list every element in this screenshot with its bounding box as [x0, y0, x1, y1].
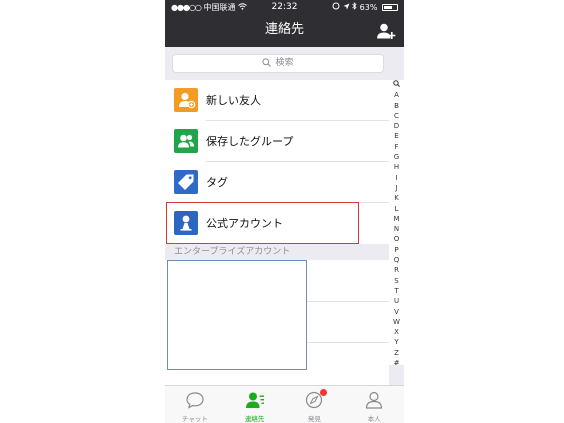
index-letter[interactable]: M	[389, 214, 404, 224]
tab-chats[interactable]: チャット	[165, 386, 225, 423]
status-right: 63%	[332, 0, 398, 15]
index-letter[interactable]: R	[389, 265, 404, 275]
search-input[interactable]: 検索	[172, 54, 384, 73]
index-letter[interactable]: G	[389, 152, 404, 162]
tab-label: チャット	[181, 415, 208, 423]
contacts-menu-list: 新しい友人 保存したグループ タグ 公式アカウント	[165, 80, 389, 244]
index-letter[interactable]: Y	[389, 337, 404, 347]
menu-item-new-friends[interactable]: 新しい友人	[165, 80, 389, 121]
location-icon	[343, 3, 353, 12]
search-bar-area: 検索	[165, 47, 404, 80]
contacts-icon	[245, 391, 265, 409]
menu-item-saved-groups[interactable]: 保存したグループ	[165, 121, 389, 162]
tab-me[interactable]: 本人	[344, 386, 404, 423]
index-letter[interactable]: O	[389, 234, 404, 244]
official-account-icon	[174, 211, 198, 235]
search-placeholder: 検索	[275, 58, 294, 68]
tab-label: 連絡先	[244, 415, 265, 423]
status-bar: 22:32 ●●●○○ 中国联通 63%	[165, 0, 404, 15]
section-header: エンタープライズアカウント	[165, 244, 389, 260]
top-bar: 22:32 ●●●○○ 中国联通 63% 連絡先	[165, 0, 404, 47]
index-letter[interactable]: Q	[389, 255, 404, 265]
wifi-icon	[238, 3, 247, 12]
notification-dot	[319, 389, 327, 396]
index-letter[interactable]: F	[389, 142, 404, 152]
index-letter[interactable]: T	[389, 286, 404, 296]
battery-percent: 63%	[359, 3, 378, 12]
menu-item-label: 保存したグループ	[206, 135, 294, 148]
index-letter[interactable]: D	[389, 121, 404, 131]
index-letter[interactable]: E	[389, 131, 404, 141]
index-letter[interactable]: X	[389, 327, 404, 337]
signal-icon: ●●●○○	[171, 3, 202, 12]
index-letter[interactable]: #	[389, 358, 404, 368]
carrier-name: 中国联通	[203, 3, 236, 12]
tab-discover[interactable]: 発見	[285, 386, 345, 423]
index-letter[interactable]: P	[389, 245, 404, 255]
index-letters: A B C D E F G H I J K L M N O P Q R S T U V W X Y Z #	[389, 90, 404, 368]
index-letter[interactable]: W	[389, 317, 404, 327]
tab-bar: チャット 連絡先 発見 本人	[165, 385, 404, 423]
index-letter[interactable]: Z	[389, 348, 404, 358]
index-letter[interactable]: U	[389, 296, 404, 306]
tab-contacts[interactable]: 連絡先	[225, 386, 285, 423]
add-contact-button[interactable]	[376, 22, 396, 40]
chat-bubble-icon	[185, 391, 205, 409]
index-letter[interactable]: J	[389, 183, 404, 193]
menu-item-label: 新しい友人	[206, 94, 261, 107]
menu-item-label: 公式アカウント	[206, 217, 283, 230]
index-letter[interactable]: A	[389, 90, 404, 100]
lock-rotation-icon	[332, 2, 343, 12]
tag-icon	[174, 170, 198, 194]
add-friend-icon	[174, 88, 198, 112]
add-contact-icon	[377, 23, 396, 39]
menu-item-tags[interactable]: タグ	[165, 162, 389, 203]
battery-icon	[382, 4, 398, 11]
index-letter[interactable]: C	[389, 111, 404, 121]
index-letter[interactable]: V	[389, 307, 404, 317]
index-search-icon[interactable]	[389, 80, 404, 90]
tab-label: 本人	[367, 415, 381, 423]
status-left: ●●●○○ 中国联通	[171, 0, 247, 15]
index-letter[interactable]: S	[389, 276, 404, 286]
bluetooth-icon	[352, 2, 360, 12]
search-icon	[262, 57, 272, 74]
index-letter[interactable]: L	[389, 204, 404, 214]
group-icon	[174, 129, 198, 153]
index-letter[interactable]: N	[389, 224, 404, 234]
menu-item-label: タグ	[206, 176, 228, 189]
index-letter[interactable]: H	[389, 162, 404, 172]
tab-label: 発見	[307, 415, 321, 423]
blank-overlay-panel	[167, 260, 307, 370]
index-letter[interactable]: I	[389, 173, 404, 183]
index-letter[interactable]: B	[389, 101, 404, 111]
menu-item-official-accounts[interactable]: 公式アカウント	[165, 203, 389, 244]
alphabet-index-bar[interactable]: A B C D E F G H I J K L M N O P Q R S T U V W X Y Z #	[389, 80, 404, 368]
person-icon	[364, 391, 384, 409]
index-letter[interactable]: K	[389, 193, 404, 203]
page-title: 連絡先	[264, 22, 304, 37]
